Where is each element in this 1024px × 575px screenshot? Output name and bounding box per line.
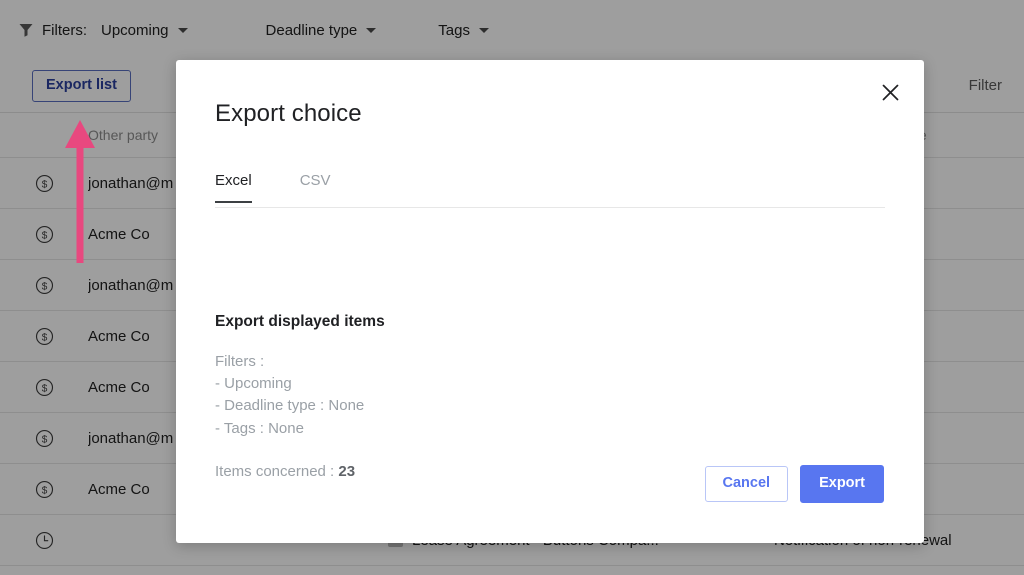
filters-summary-line: - Deadline type : None	[215, 397, 365, 415]
export-choice-modal: Export choice Excel CSV Export displayed…	[176, 60, 924, 543]
export-button[interactable]: Export	[800, 465, 884, 503]
close-icon[interactable]	[872, 74, 908, 110]
export-format-tabs: Excel CSV	[215, 172, 885, 208]
items-concerned-label: Items concerned :	[215, 463, 339, 480]
modal-title: Export choice	[215, 100, 362, 127]
tab-excel[interactable]: Excel	[215, 172, 252, 203]
filters-summary-heading: Filters :	[215, 353, 265, 370]
export-section-title: Export displayed items	[215, 313, 385, 330]
filters-summary-line: - Upcoming	[215, 375, 292, 393]
filters-summary-line: - Tags : None	[215, 419, 304, 437]
items-concerned: Items concerned : 23	[215, 463, 355, 480]
modal-actions: Cancel Export	[704, 465, 884, 503]
items-concerned-count: 23	[338, 463, 356, 480]
cancel-button[interactable]: Cancel	[704, 466, 789, 502]
app-root: Filters: Upcoming Deadline type Tags Exp…	[0, 0, 1024, 575]
tab-csv[interactable]: CSV	[300, 172, 331, 203]
filters-summary: Filters : - Upcoming - Deadline type : N…	[215, 351, 364, 440]
